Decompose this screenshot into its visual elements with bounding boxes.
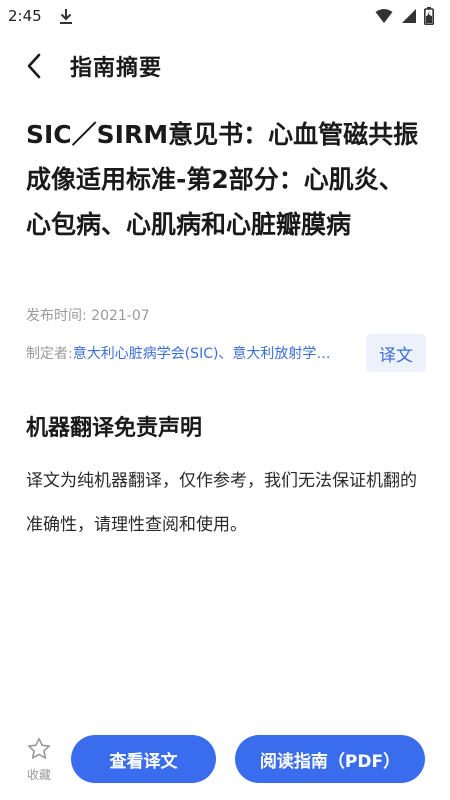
author-row: 制定者: 意大利心脏病学会(SIC)、意大利放射学会(SIRM) 译文 — [26, 334, 426, 372]
page-title: 指南摘要 — [70, 56, 163, 81]
bottom-bar: 收藏 查看译文 阅读指南（PDF） — [0, 724, 450, 794]
article-title: SIC／SIRM意见书：心血管磁共振成像适用标准-第2部分：心肌炎、心包病、心肌… — [26, 120, 419, 239]
read-guide-pdf-button[interactable]: 阅读指南（PDF） — [235, 735, 425, 783]
signal-icon — [402, 9, 416, 23]
author-link[interactable]: 意大利心脏病学会(SIC)、意大利放射学会(SIRM) — [73, 343, 333, 363]
favorite-button[interactable]: 收藏 — [4, 736, 74, 783]
download-icon — [59, 9, 72, 24]
view-translation-button[interactable]: 查看译文 — [71, 735, 216, 783]
battery-icon — [424, 7, 434, 25]
wifi-icon — [375, 9, 393, 23]
status-icons — [375, 7, 434, 25]
star-outline-icon — [27, 737, 51, 759]
status-time: 2:45 — [8, 7, 42, 25]
disclaimer-title: 机器翻译免责声明 — [26, 416, 203, 441]
disclaimer-body: 译文为纯机器翻译，仅作参考，我们无法保证机翻的准确性，请理性查阅和使用。 — [26, 471, 417, 535]
chevron-left-icon — [27, 53, 41, 79]
favorite-label: 收藏 — [26, 767, 51, 782]
screen: 2:45 指南摘要 SIC／SIRM意见书：心血管磁共振成像适用标准-第2部分：… — [0, 0, 450, 800]
app-bar: 指南摘要 — [0, 40, 450, 92]
author-label: 制定者: — [26, 346, 73, 362]
back-button[interactable] — [4, 40, 64, 92]
publish-date-row: 发布时间: 2021-07 — [26, 305, 150, 325]
status-bar: 2:45 — [0, 0, 450, 32]
publish-date-label: 发布时间: — [26, 308, 92, 324]
translate-button[interactable]: 译文 — [366, 334, 426, 372]
publish-date-value: 2021-07 — [91, 308, 150, 324]
